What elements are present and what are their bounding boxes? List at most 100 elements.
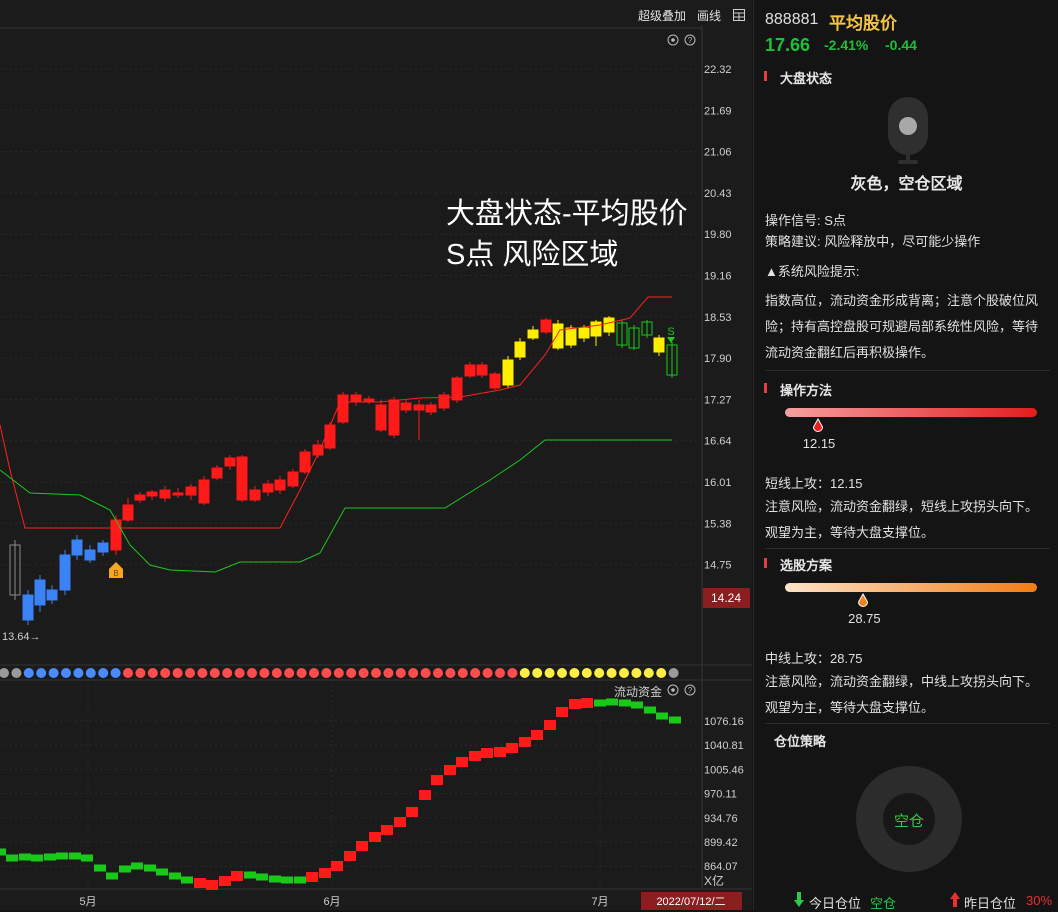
status-dot: [507, 668, 518, 678]
money-flow-bar: [81, 854, 93, 862]
advice-text: 策略建议: 风险释放中，尽可能少操作: [765, 234, 981, 249]
candle: [603, 317, 615, 333]
method-value: 12.15: [802, 436, 836, 451]
candle: [146, 491, 158, 497]
candle: [464, 364, 476, 377]
price-label: 22.32: [704, 64, 732, 76]
short-attack: 短线上攻：12.15: [765, 476, 863, 491]
change-percent: -2.41%: [824, 37, 869, 53]
money-flow-bar: [519, 737, 531, 747]
money-flow-bar: [556, 707, 568, 717]
price-label: 16.64: [704, 436, 732, 448]
buy-marker-label: B: [113, 569, 118, 578]
status-dot: [495, 668, 505, 678]
risk-text: 指数高位，流动资金形成背离；注意个股破位风险；持有高控盘股可规避局部系统性风险，…: [765, 293, 1039, 360]
money-flow-bar: [306, 872, 318, 882]
money-flow-bar: [181, 876, 193, 884]
super-overlay-button[interactable]: 超级叠加: [638, 7, 686, 24]
status-dot: [247, 668, 257, 678]
status-dot: [61, 668, 71, 678]
money-flow-bar: [94, 864, 106, 872]
cursor-date-label: 2022/07/12/二: [656, 896, 725, 908]
status-dot: [85, 668, 96, 678]
traffic-light-icon: [888, 97, 928, 164]
money-flow-bar: [419, 790, 431, 800]
candle: [236, 456, 248, 501]
status-dot: [11, 668, 22, 678]
status-dot: [23, 668, 34, 678]
candle: [22, 594, 34, 621]
money-flow-bar: [531, 730, 543, 740]
candle: [375, 404, 387, 431]
price-label: 21.69: [704, 105, 732, 117]
help-icon[interactable]: ?: [684, 34, 696, 46]
money-flow-bar: [6, 854, 18, 862]
sub-value-label: 864.07: [704, 861, 738, 873]
status-dot: [296, 668, 307, 678]
status-dot: [222, 668, 233, 678]
status-dot: [48, 668, 59, 678]
mid-text: 注意风险，流动资金翻绿，中线上攻拐头向下。观望为主，等待大盘支撑位。: [765, 674, 1039, 715]
status-dot: [0, 668, 9, 678]
candle: [388, 399, 400, 436]
money-flow-bar: [69, 852, 81, 860]
price-label: 17.90: [704, 353, 732, 365]
s-marker-label: S: [667, 326, 674, 338]
status-dot: [185, 668, 195, 678]
position-title: 仓位策略: [774, 734, 827, 749]
draw-line-button[interactable]: 画线: [697, 7, 721, 24]
money-flow-bar: [144, 864, 156, 872]
money-flow-bar: [44, 853, 56, 861]
money-flow-bar: [331, 861, 343, 871]
x-tick-label: 5月: [79, 896, 96, 908]
status-dot: [110, 668, 121, 678]
money-flow-bar: [281, 876, 293, 884]
section-marker: [764, 558, 767, 568]
money-flow-bar: [294, 876, 306, 884]
status-dot: [470, 668, 481, 678]
status-dot: [532, 668, 543, 678]
status-dot: [408, 668, 419, 678]
price-label: 15.38: [704, 518, 732, 530]
status-dot: [284, 668, 295, 678]
divider: [765, 370, 1050, 371]
money-flow-bar: [581, 698, 593, 708]
candle: [71, 539, 83, 556]
money-flow-bar: [644, 706, 656, 714]
status-dot: [668, 668, 679, 678]
market-state-text: 灰色，空仓区域: [850, 176, 963, 193]
status-dot: [234, 668, 245, 678]
candle: [400, 402, 412, 411]
sub-help-icon[interactable]: ?: [684, 684, 696, 696]
price-label: 21.06: [704, 147, 732, 159]
money-flow-bar: [56, 852, 68, 860]
candle: [578, 327, 590, 339]
status-dot: [420, 668, 431, 678]
stock-name: 平均股价: [829, 14, 897, 33]
status-dot: [309, 668, 319, 678]
money-flow-bar: [406, 807, 418, 817]
price-label: 20.43: [704, 188, 732, 200]
kline-chart[interactable]: 22.32 21.69 21.06 20.43 19.80 19.16 18.53 17.90…: [0, 0, 752, 910]
signal-text: 操作信号: S点: [765, 213, 846, 228]
money-flow-bar: [594, 699, 606, 707]
mid-attack: 中线上攻：28.75: [765, 651, 863, 666]
money-flow-bar: [381, 825, 393, 835]
candle: [502, 359, 514, 386]
money-flow-bar: [319, 868, 331, 878]
chart-area[interactable]: 22.32 21.69 21.06 20.43 19.80 19.16 18.53 17.90…: [0, 0, 752, 910]
status-dot: [172, 668, 183, 678]
grid-layout-icon[interactable]: [733, 9, 745, 21]
today-position-label: 今日仓位: [809, 896, 862, 911]
sub-value-label: 934.76: [704, 813, 738, 825]
candle: [159, 489, 171, 499]
settings-icon[interactable]: [667, 34, 679, 46]
money-flow-bar: [131, 862, 143, 870]
price-label: 18.53: [704, 312, 732, 324]
money-flow-bar: [256, 873, 268, 881]
overlay-title-line1: 大盘状态-平均股价: [446, 198, 688, 230]
status-dot: [557, 668, 567, 678]
money-flow-bar: [631, 701, 643, 709]
sub-settings-icon[interactable]: [667, 684, 679, 696]
candle: [274, 479, 286, 491]
